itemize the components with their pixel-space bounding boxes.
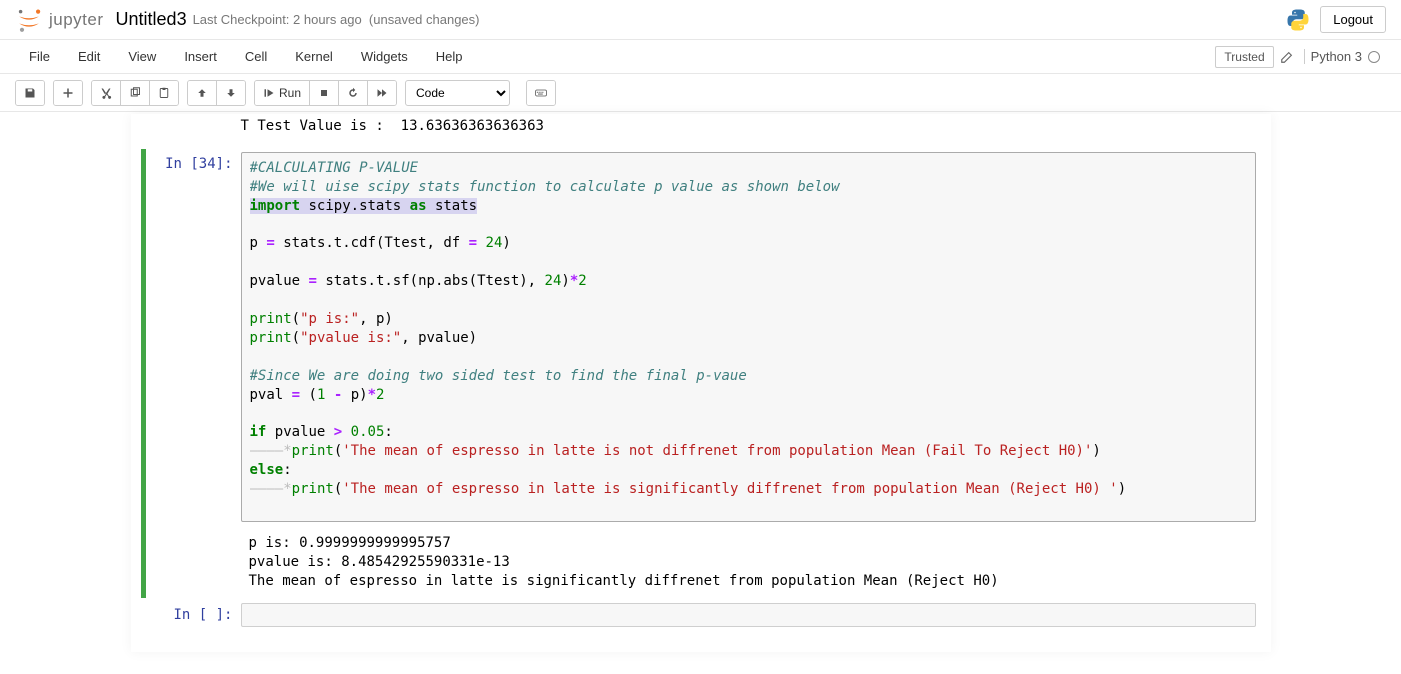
menu-kernel[interactable]: Kernel — [281, 41, 347, 72]
code-content: #CALCULATING P-VALUE #We will uise scipy… — [250, 159, 1247, 499]
menubar-right: Trusted Python 3 — [1215, 46, 1386, 68]
cell-type-select[interactable]: Code — [405, 80, 510, 106]
paste-button[interactable] — [150, 81, 178, 105]
code-cell-34[interactable]: In [34]: #CALCULATING P-VALUE #We will u… — [141, 149, 1256, 598]
menu-help[interactable]: Help — [422, 41, 477, 72]
add-cell-button[interactable] — [54, 81, 82, 105]
copy-button[interactable] — [121, 81, 150, 105]
header-right: Logout — [1286, 6, 1386, 33]
cut-button[interactable] — [92, 81, 121, 105]
menu-edit[interactable]: Edit — [64, 41, 114, 72]
checkpoint-info: Last Checkpoint: 2 hours ago (unsaved ch… — [193, 12, 480, 27]
notebook-title[interactable]: Untitled3 — [116, 9, 187, 30]
cell-prompt: In [ ]: — [146, 603, 241, 627]
output-prompt — [146, 117, 241, 144]
empty-code-cell[interactable]: In [ ]: — [146, 600, 1256, 630]
kernel-name[interactable]: Python 3 — [1304, 49, 1386, 64]
notebook-container: T Test Value is : 13.63636363636363 In [… — [131, 114, 1271, 652]
save-button[interactable] — [16, 81, 44, 105]
restart-button[interactable] — [339, 81, 368, 105]
menu-cell[interactable]: Cell — [231, 41, 281, 72]
trusted-badge[interactable]: Trusted — [1215, 46, 1273, 68]
code-input-area[interactable]: #CALCULATING P-VALUE #We will uise scipy… — [241, 152, 1256, 522]
prev-output: T Test Value is : 13.63636363636363 — [241, 117, 1256, 144]
move-down-button[interactable] — [217, 81, 245, 105]
toolbar: Run Code — [0, 74, 1401, 112]
cell-prompt: In [34]: — [146, 152, 241, 595]
edit-icon[interactable] — [1280, 50, 1294, 64]
prev-output-cell: T Test Value is : 13.63636363636363 — [146, 114, 1256, 147]
interrupt-button[interactable] — [310, 81, 339, 105]
menu-file[interactable]: File — [15, 41, 64, 72]
menubar: File Edit View Insert Cell Kernel Widget… — [0, 40, 1401, 74]
logo-text: jupyter — [49, 10, 104, 30]
jupyter-icon — [15, 6, 43, 34]
code-input-area[interactable] — [241, 603, 1256, 627]
command-palette-button[interactable] — [527, 81, 555, 105]
menu-insert[interactable]: Insert — [170, 41, 231, 72]
kernel-indicator-icon — [1368, 51, 1380, 63]
move-up-button[interactable] — [188, 81, 217, 105]
logout-button[interactable]: Logout — [1320, 6, 1386, 33]
run-button[interactable]: Run — [255, 81, 310, 105]
menu-widgets[interactable]: Widgets — [347, 41, 422, 72]
restart-run-all-button[interactable] — [368, 81, 396, 105]
python-icon — [1286, 8, 1310, 32]
menu-view[interactable]: View — [114, 41, 170, 72]
jupyter-logo[interactable]: jupyter — [15, 6, 104, 34]
header: jupyter Untitled3 Last Checkpoint: 2 hou… — [0, 0, 1401, 40]
cell-output: p is: 0.9999999999995757 pvalue is: 8.48… — [241, 530, 1256, 595]
